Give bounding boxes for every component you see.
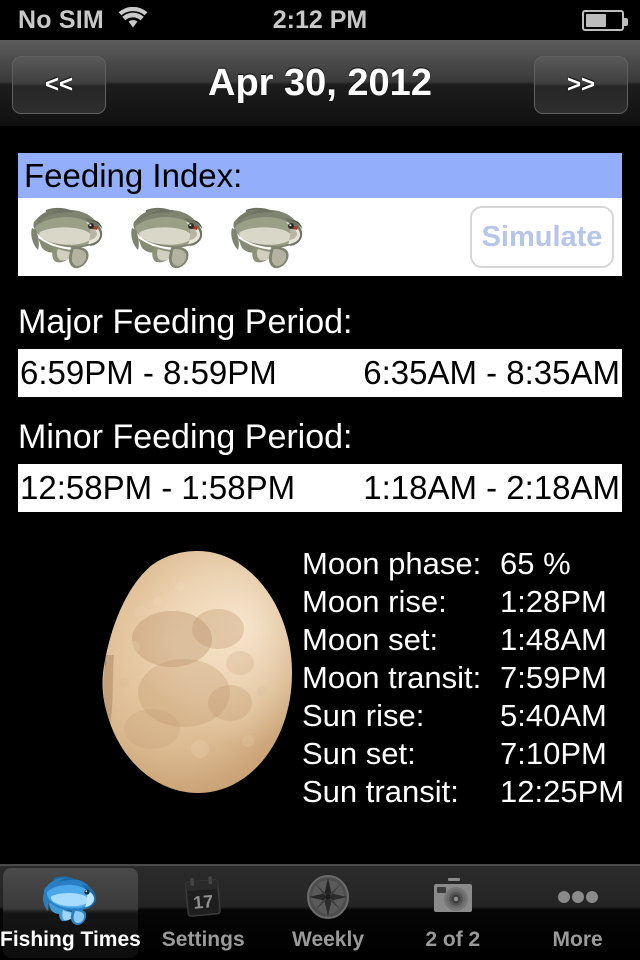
moon-waning-gibbous-image — [80, 543, 305, 801]
moon-image-container — [80, 543, 305, 801]
astro-key: Sun rise: — [302, 698, 425, 733]
astro-key: Moon set: — [302, 622, 439, 657]
nav-bar: << Apr 30, 2012 >> — [0, 40, 640, 128]
tab-more[interactable]: More — [515, 866, 640, 960]
status-bar-right — [582, 9, 628, 31]
astro-row: Sun transit: 12:25PM — [302, 773, 624, 811]
astro-row: Moon set: 1:48AM — [302, 621, 624, 659]
tab-bar: Fishing Times 17 Settings Weekly 2 of 2 … — [0, 864, 640, 960]
bass-fish-icon — [31, 207, 103, 269]
astro-row: Moon rise: 1:28PM — [302, 583, 624, 621]
minor-period-first: 12:58PM - 1:58PM — [20, 469, 296, 506]
tab-label: Settings — [161, 928, 245, 951]
battery-icon — [582, 9, 628, 31]
astro-key: Sun transit: — [302, 774, 459, 809]
camera-icon — [433, 878, 472, 912]
tab-label: More — [552, 928, 603, 951]
status-bar-clock: 2:12 PM — [272, 5, 368, 34]
app-root: No SIM 2:12 PM << Apr 30, 2012 >> Feedin… — [0, 0, 640, 960]
tab-fishing-times[interactable]: Fishing Times — [0, 866, 141, 960]
feeding-index-body: Simulate — [18, 198, 622, 276]
previous-day-button[interactable]: << — [12, 56, 106, 114]
bass-fish-icon — [131, 207, 203, 269]
astro-row: Moon transit: 7:59PM — [302, 659, 624, 697]
astro-value: 5:40AM — [500, 698, 607, 733]
tab-label: Fishing Times — [0, 928, 141, 951]
minor-feeding-period-times: 12:58PM - 1:58PM 1:18AM - 2:18AM — [18, 464, 622, 512]
compass-icon — [307, 875, 349, 919]
tab-2-of-2[interactable]: 2 of 2 — [390, 866, 515, 960]
major-feeding-period-times: 6:59PM - 8:59PM 6:35AM - 8:35AM — [18, 349, 622, 397]
astro-row: Moon phase: 65 % — [302, 545, 624, 583]
tab-label: Weekly — [292, 928, 364, 951]
status-bar: No SIM 2:12 PM — [0, 0, 640, 40]
minor-period-second: 1:18AM - 2:18AM — [363, 469, 620, 506]
ellipsis-icon — [557, 891, 598, 903]
feeding-index-panel: Feeding Index: Simulate — [18, 153, 622, 276]
astro-value: 12:25PM — [500, 774, 625, 809]
bass-fish-icon — [231, 207, 303, 269]
tab-label: 2 of 2 — [425, 928, 481, 951]
calendar-icon: 17 — [185, 876, 222, 917]
svg-text:17: 17 — [193, 891, 215, 913]
main-content: Feeding Index: Simulate Major Feeding Pe… — [0, 130, 640, 864]
astro-value: 7:59PM — [500, 660, 607, 695]
major-feeding-period-label: Major Feeding Period: — [18, 303, 353, 341]
astro-value: 7:10PM — [500, 736, 607, 771]
tab-weekly[interactable]: Weekly — [266, 866, 391, 960]
fish-icon — [43, 876, 97, 925]
astro-value: 65 % — [500, 546, 571, 581]
battery-cap — [624, 17, 628, 26]
page-title: Apr 30, 2012 — [208, 61, 432, 104]
astro-key: Moon phase: — [302, 546, 482, 581]
astro-key: Moon transit: — [302, 660, 482, 695]
major-period-second: 6:35AM - 8:35AM — [363, 354, 620, 391]
feeding-index-header: Feeding Index: — [18, 153, 622, 198]
astro-row: Sun rise: 5:40AM — [302, 697, 624, 735]
feeding-index-rating — [18, 202, 316, 272]
astro-key: Moon rise: — [302, 584, 447, 619]
tab-settings[interactable]: 17 Settings — [141, 866, 266, 960]
astro-row: Sun set: 7:10PM — [302, 735, 624, 773]
astro-key: Sun set: — [302, 736, 416, 771]
astro-data-table: Moon phase: 65 % Moon rise: 1:28PM Moon … — [302, 545, 624, 811]
astro-value: 1:48AM — [500, 622, 607, 657]
major-period-first: 6:59PM - 8:59PM — [20, 354, 277, 391]
next-day-button[interactable]: >> — [534, 56, 628, 114]
minor-feeding-period-label: Minor Feeding Period: — [18, 418, 353, 456]
astro-value: 1:28PM — [500, 584, 607, 619]
simulate-button[interactable]: Simulate — [470, 206, 614, 268]
battery-fill — [586, 13, 606, 27]
